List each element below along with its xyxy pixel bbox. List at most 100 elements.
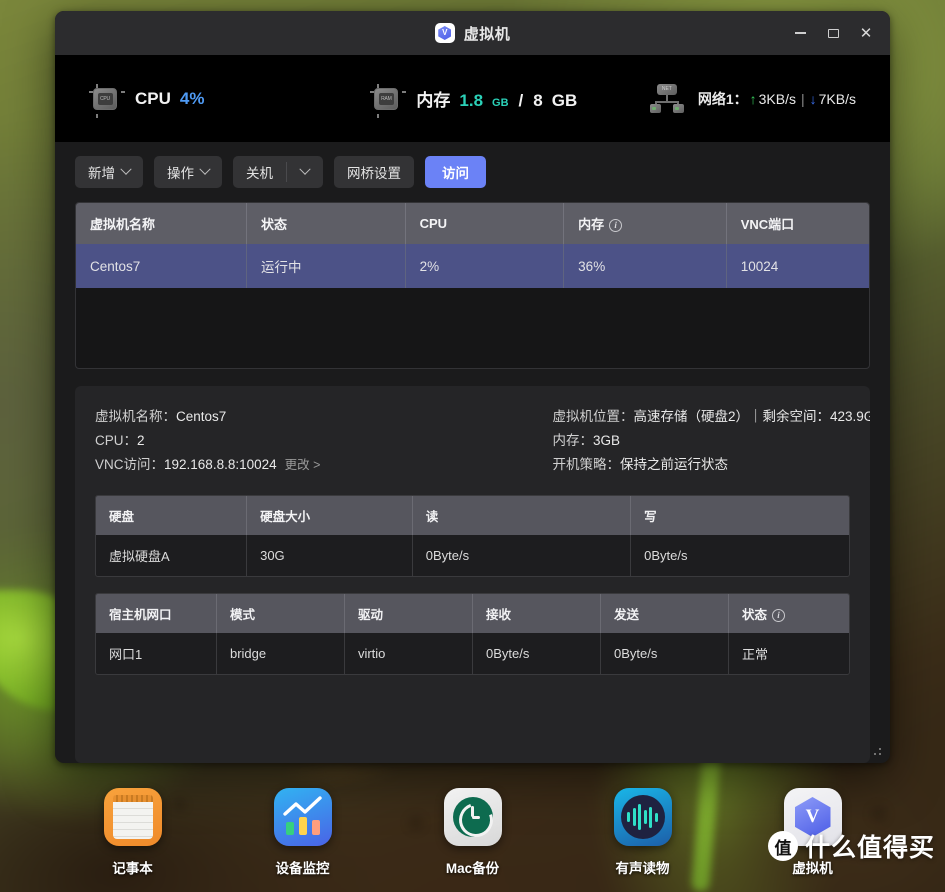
network-stat: NET 网络1： ↑ 3KB/s | ↓ 7KB/s [649,83,856,114]
chevron-down-icon [120,163,132,175]
detail-vm-name-key: 虚拟机名称： [95,409,176,424]
download-speed: 7KB/s [818,90,856,107]
app-logo-hex: V [438,26,452,40]
net-column-mode: 模式 [216,594,345,633]
minimize-button[interactable] [786,20,814,46]
ram-chip-label: RAM [378,92,394,105]
minimize-icon [794,32,806,34]
table-row[interactable]: 虚拟硬盘A 30G 0Byte/s 0Byte/s [96,535,849,576]
memory-total-unit: GB [551,91,578,110]
column-header-cpu[interactable]: CPU [405,203,565,244]
network-icon: NET [649,83,684,114]
net-column-host-port: 宿主机网口 [96,594,217,633]
detail-vnc-row: VNC访问：192.168.8.8:10024 更改 > [95,453,473,477]
disk-read-cell: 0Byte/s [412,535,632,576]
ram-chip-icon: RAM [370,83,407,118]
net-host-port-cell: 网口1 [96,633,217,674]
watermark-logo-icon: 值 [767,831,798,861]
memory-stat: RAM 内存 1.8 GB / 8 GB [370,83,649,118]
visit-button[interactable]: 访问 [425,156,486,188]
window-resize-grip[interactable] [871,744,883,756]
window-controls: ✕ [786,11,880,55]
window-title-group: V 虚拟机 [434,23,511,44]
cpu-chip-icon: CPU [89,83,125,118]
chevron-down-icon [299,163,311,175]
detail-location-value: 高速存储（硬盘2）｜剩余空间：423.9GB [633,409,871,424]
detail-memory-value: 3GB [593,433,621,448]
vm-detail-meta-left: 虚拟机名称：Centos7 CPU：2 VNC访问：192.168.8.8:10… [95,405,473,477]
net-column-status-label: 状态 [741,608,767,622]
net-mode-cell: bridge [216,633,345,674]
vm-detail-meta-right: 虚拟机位置：高速存储（硬盘2）｜剩余空间：423.9GB 内存：3GB 开机策略… [473,405,871,477]
watermark-text: 什么值得买 [804,834,935,862]
dock-label-device-monitor: 设备监控 [275,861,330,876]
cpu-chip-label: CPU [97,92,113,105]
network-table: 宿主机网口 模式 驱动 接收 发送 状态 i 网口1 bridge virtio [96,594,849,674]
memory-label: 内存 [416,91,451,110]
info-icon[interactable]: i [609,219,623,233]
cpu-label: CPU [135,88,171,108]
network-table-container: 宿主机网口 模式 驱动 接收 发送 状态 i 网口1 bridge virtio [95,593,850,675]
detail-cpu-value: 2 [137,433,145,448]
action-menu-label: 操作 [167,166,194,181]
app-logo-icon: V [434,23,455,43]
vm-toolbar: 新增 操作 关机 网桥设置 访问 [55,142,890,196]
net-rx-cell: 0Byte/s [472,633,601,674]
column-header-memory[interactable]: 内存 i [563,203,727,244]
shutdown-button[interactable]: 关机 [233,156,286,188]
memory-separator: / [518,91,524,110]
close-button[interactable]: ✕ [852,20,880,46]
column-header-vnc-port[interactable]: VNC端口 [726,203,869,244]
detail-memory-row: 内存：3GB [553,429,871,453]
watermark: 值 什么值得买 [767,828,935,864]
shutdown-dropdown-button[interactable] [287,156,323,188]
network-table-header-row: 宿主机网口 模式 驱动 接收 发送 状态 i [96,594,849,633]
dock-item-notebook[interactable]: 记事本 [87,788,179,877]
dock-label-mac-backup: Mac备份 [445,861,500,876]
vm-name-cell: Centos7 [76,244,247,288]
desktop: V 虚拟机 ✕ CPU CPU 4% RAM 内存 1.8 GB / 8 GB … [0,0,945,892]
dock-item-mac-backup[interactable]: Mac备份 [427,788,519,877]
dock-item-device-monitor[interactable]: 设备监控 [257,788,349,877]
memory-total: 8 [533,91,543,110]
memory-used-unit: GB [492,97,509,109]
dock-label-audiobook: 有声读物 [615,861,670,876]
column-header-status[interactable]: 状态 [246,203,406,244]
table-row[interactable]: Centos7 运行中 2% 36% 10024 [76,244,869,288]
add-vm-button[interactable]: 新增 [75,156,143,188]
action-menu-button[interactable]: 操作 [154,156,222,188]
detail-vnc-key: VNC访问： [95,457,165,472]
vm-detail-panel: 虚拟机名称：Centos7 CPU：2 VNC访问：192.168.8.8:10… [75,386,870,763]
window-titlebar[interactable]: V 虚拟机 ✕ [55,11,890,55]
vnc-change-link[interactable]: 更改 > [285,458,321,472]
vm-vnc-port-cell: 10024 [726,244,869,288]
dock-item-audiobook[interactable]: 有声读物 [597,788,689,877]
upload-arrow-icon: ↑ [749,90,757,107]
bridge-settings-button[interactable]: 网桥设置 [334,156,414,188]
chevron-down-icon [199,163,211,175]
time-machine-backup-icon [443,788,502,846]
maximize-button[interactable] [819,20,847,46]
device-monitor-icon [273,788,332,846]
detail-cpu-row: CPU：2 [95,429,473,453]
cpu-stat-body: CPU 4% [135,89,370,109]
vm-cpu-cell: 2% [405,244,565,288]
vm-list-container: 虚拟机名称 状态 CPU 内存 i VNC端口 Centos7 运行中 2% 36… [75,202,870,369]
detail-memory-key: 内存： [552,433,594,448]
table-row[interactable]: 网口1 bridge virtio 0Byte/s 0Byte/s 正常 [96,633,849,674]
close-icon: ✕ [859,24,873,42]
system-stats-bar: CPU CPU 4% RAM 内存 1.8 GB / 8 GB NET 网络1：… [55,55,890,142]
network-icon-label: NET [656,83,677,95]
column-header-name[interactable]: 虚拟机名称 [76,203,247,244]
info-icon[interactable]: i [771,609,785,623]
vm-table-header-row: 虚拟机名称 状态 CPU 内存 i VNC端口 [76,203,869,244]
detail-location-row: 虚拟机位置：高速存储（硬盘2）｜剩余空间：423.9GB [553,405,871,429]
disk-write-cell: 0Byte/s [630,535,849,576]
detail-bootpolicy-row: 开机策略：保持之前运行状态 [553,453,871,477]
cpu-stat: CPU CPU 4% [89,83,370,118]
disk-size-cell: 30G [246,535,413,576]
download-arrow-icon: ↓ [809,90,817,107]
column-header-memory-label: 内存 [578,217,605,232]
net-column-driver: 驱动 [344,594,473,633]
add-vm-label: 新增 [88,166,115,181]
